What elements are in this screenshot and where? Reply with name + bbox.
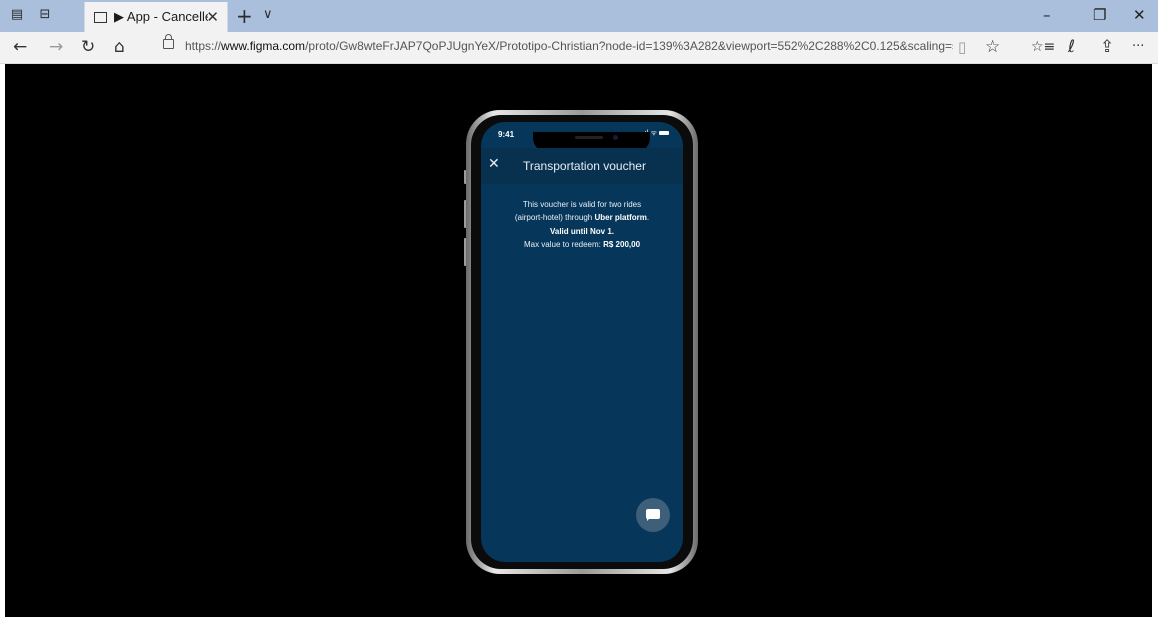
favorites-icon[interactable]: ☆≡	[1031, 37, 1055, 57]
app-header: ✕ Transportation voucher	[481, 148, 683, 184]
voucher-details: This voucher is valid for two rides (air…	[481, 198, 683, 251]
tab-title: ▶ App - Cancelled - Prc	[114, 9, 208, 24]
browser-nav-bar: ← → ↻ ⌂ https://www.figma.com/proto/Gw8w…	[0, 32, 1158, 64]
refresh-icon[interactable]: ↻	[81, 37, 95, 57]
status-time: 9:41	[498, 130, 515, 139]
phone-frame: 9:41 .ıl ᯤ ✕ Transportation voucher This…	[466, 110, 698, 574]
share-icon[interactable]: ⇪	[1100, 37, 1114, 57]
forward-icon[interactable]: →	[49, 37, 63, 57]
set-aside-icon[interactable]: ⊟	[38, 8, 52, 22]
battery-icon	[659, 131, 669, 135]
valid-until: Valid until Nov 1.	[549, 227, 614, 236]
window-close-button[interactable]: ✕	[1133, 6, 1146, 24]
browser-tab[interactable]: ▶ App - Cancelled - Prc ✕	[84, 2, 228, 32]
page-title: Transportation voucher	[523, 159, 646, 173]
home-icon[interactable]: ⌂	[114, 37, 125, 57]
uber-platform-text: Uber platform	[594, 213, 647, 222]
camera	[613, 135, 618, 140]
pen-icon[interactable]: ℓ	[1068, 37, 1075, 57]
close-icon[interactable]: ✕	[206, 8, 219, 26]
browser-tab-bar: ▤ ⊟ ▶ App - Cancelled - Prc ✕ + ∨ – ❐ ✕	[0, 0, 1158, 32]
back-icon[interactable]: ←	[13, 37, 27, 57]
phone-screen: 9:41 .ıl ᯤ ✕ Transportation voucher This…	[481, 122, 683, 562]
chat-icon-tail	[647, 517, 651, 521]
page-icon	[94, 12, 107, 23]
plus-icon[interactable]: +	[236, 4, 253, 28]
more-icon[interactable]: ···	[1132, 37, 1144, 57]
reading-view-icon[interactable]: ▯	[958, 37, 966, 57]
url-text[interactable]: https://www.figma.com/proto/Gw8wteFrJAP7…	[185, 39, 953, 53]
tab-actions-icon[interactable]: ▤	[10, 8, 24, 22]
lock-icon	[163, 34, 174, 49]
chevron-down-icon[interactable]: ∨	[263, 7, 273, 22]
minimize-button[interactable]: –	[1043, 6, 1051, 24]
chat-button[interactable]	[636, 498, 670, 532]
speaker	[575, 136, 603, 139]
star-icon[interactable]: ☆	[985, 37, 1000, 57]
max-value-amount: R$ 200,00	[603, 240, 641, 249]
close-icon[interactable]: ✕	[488, 156, 500, 172]
voucher-description-line1: This voucher is valid for two rides	[522, 200, 642, 209]
address-bar[interactable]: https://www.figma.com/proto/Gw8wteFrJAP7…	[152, 34, 976, 60]
voucher-description-line2: (airport-hotel) through Uber platform.	[514, 213, 650, 222]
restore-button[interactable]: ❐	[1093, 6, 1106, 24]
max-value: Max value to redeem: R$ 200,00	[523, 240, 641, 249]
